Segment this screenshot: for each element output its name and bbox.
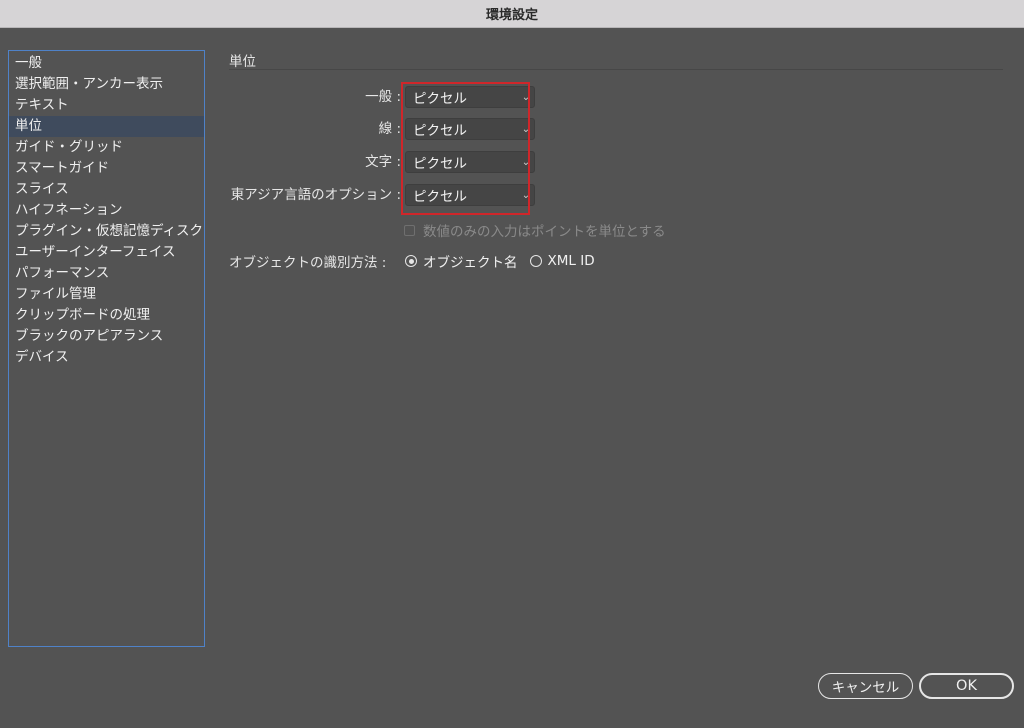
general-unit-row: 一般 :	[229, 86, 401, 108]
section-divider	[229, 69, 1003, 70]
sidebar-item-performance[interactable]: パフォーマンス	[9, 263, 204, 284]
category-list[interactable]: 一般 選択範囲・アンカー表示 テキスト 単位 ガイド・グリッド スマートガイド …	[8, 50, 205, 647]
sidebar-item-clipboard-handling[interactable]: クリップボードの処理	[9, 305, 204, 326]
east-asian-unit-value: ピクセル	[413, 189, 467, 205]
numbers-without-units-checkbox[interactable]	[404, 224, 415, 236]
title-bar: 環境設定	[0, 0, 1024, 28]
radio-xml-id[interactable]	[529, 255, 542, 267]
radio-selected-dot	[408, 258, 414, 264]
chevron-down-icon: ⌄	[521, 189, 531, 201]
east-asian-unit-row: 東アジア言語のオプション :	[229, 184, 401, 206]
identify-objects-row: オブジェクトの識別方法 : オブジェクト名 XML ID	[229, 251, 595, 271]
sidebar-item-appearance-of-black[interactable]: ブラックのアピアランス	[9, 326, 204, 347]
sidebar-item-slices[interactable]: スライス	[9, 179, 204, 200]
ok-button[interactable]: OK	[919, 673, 1014, 699]
stroke-unit-label: 線 :	[378, 121, 401, 137]
general-unit-select[interactable]: ピクセル ⌄	[405, 86, 535, 108]
numbers-without-units-label: 数値のみの入力はポイントを単位とする	[423, 224, 666, 240]
sidebar-item-hyphenation[interactable]: ハイフネーション	[9, 200, 204, 221]
sidebar-item-devices[interactable]: デバイス	[9, 347, 204, 368]
sidebar-item-type[interactable]: テキスト	[9, 95, 204, 116]
chevron-down-icon: ⌄	[521, 123, 531, 135]
sidebar-item-file-handling[interactable]: ファイル管理	[9, 284, 204, 305]
east-asian-unit-select[interactable]: ピクセル ⌄	[405, 184, 535, 206]
stroke-unit-value: ピクセル	[413, 123, 467, 139]
numbers-without-units-option[interactable]: 数値のみの入力はポイントを単位とする	[404, 220, 666, 240]
radio-xml-id-label[interactable]: XML ID	[548, 253, 595, 269]
identify-objects-label: オブジェクトの識別方法 :	[229, 255, 387, 271]
sidebar-item-plugins-scratch-disks[interactable]: プラグイン・仮想記憶ディスク	[9, 221, 204, 242]
stroke-unit-select[interactable]: ピクセル ⌄	[405, 118, 535, 140]
radio-object-name-label[interactable]: オブジェクト名	[423, 251, 518, 271]
type-unit-value: ピクセル	[413, 156, 467, 172]
chevron-down-icon: ⌄	[521, 156, 531, 168]
sidebar-item-guides-grid[interactable]: ガイド・グリッド	[9, 137, 204, 158]
sidebar-item-user-interface[interactable]: ユーザーインターフェイス	[9, 242, 204, 263]
sidebar-item-selection-anchor-display[interactable]: 選択範囲・アンカー表示	[9, 74, 204, 95]
radio-object-name[interactable]	[405, 255, 417, 267]
general-unit-label: 一般 :	[365, 89, 401, 105]
type-unit-row: 文字 :	[229, 151, 401, 173]
section-title: 単位	[229, 54, 256, 70]
east-asian-unit-label: 東アジア言語のオプション :	[230, 187, 401, 203]
chevron-down-icon: ⌄	[521, 91, 531, 103]
cancel-button[interactable]: キャンセル	[818, 673, 913, 699]
sidebar-item-general[interactable]: 一般	[9, 53, 204, 74]
type-unit-select[interactable]: ピクセル ⌄	[405, 151, 535, 173]
sidebar-item-units[interactable]: 単位	[9, 116, 204, 137]
type-unit-label: 文字 :	[365, 154, 401, 170]
stroke-unit-row: 線 :	[229, 118, 401, 140]
general-unit-value: ピクセル	[413, 91, 467, 107]
sidebar-item-smart-guides[interactable]: スマートガイド	[9, 158, 204, 179]
window-title: 環境設定	[485, 8, 538, 23]
